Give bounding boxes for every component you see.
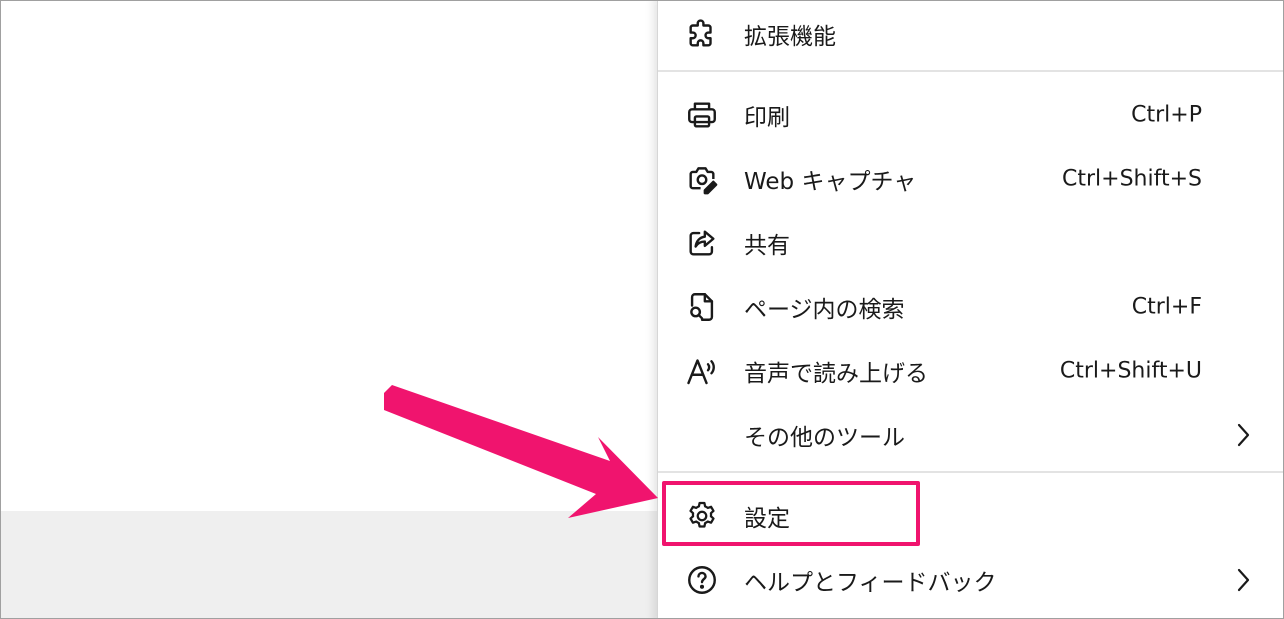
help-icon bbox=[684, 562, 720, 598]
menu-item-print[interactable]: 印刷 Ctrl+P bbox=[658, 88, 1283, 142]
menu-item-label: Web キャプチャ bbox=[744, 169, 917, 195]
settings-highlight-box bbox=[662, 481, 920, 546]
menu-item-shortcut: Ctrl+Shift+S bbox=[1062, 166, 1202, 192]
menu-divider bbox=[658, 70, 1283, 72]
menu-item-shortcut: Ctrl+Shift+U bbox=[1059, 358, 1202, 384]
menu-item-find-on-page[interactable]: ページ内の検索 Ctrl+F bbox=[658, 280, 1283, 334]
read-aloud-icon bbox=[684, 353, 720, 389]
menu-item-more-tools[interactable]: その他のツール bbox=[658, 408, 1283, 462]
menu-item-label: 音声で読み上げる bbox=[744, 361, 928, 387]
chevron-right-icon bbox=[1232, 422, 1254, 448]
menu-divider bbox=[658, 471, 1283, 473]
menu-item-label: 共有 bbox=[744, 233, 790, 259]
menu-item-help-feedback[interactable]: ヘルプとフィードバック bbox=[658, 553, 1283, 607]
menu-item-read-aloud[interactable]: 音声で読み上げる Ctrl+Shift+U bbox=[658, 344, 1283, 398]
menu-item-web-capture[interactable]: Web キャプチャ Ctrl+Shift+S bbox=[658, 152, 1283, 206]
menu-item-label: 印刷 bbox=[744, 105, 790, 131]
menu-item-extensions[interactable]: 拡張機能 bbox=[658, 7, 1283, 61]
chevron-right-icon bbox=[1232, 567, 1254, 593]
menu-item-label: 拡張機能 bbox=[744, 24, 836, 50]
menu-item-label: ページ内の検索 bbox=[744, 297, 905, 323]
camera-icon bbox=[684, 161, 720, 197]
menu-item-shortcut: Ctrl+F bbox=[1131, 294, 1202, 320]
share-icon bbox=[684, 225, 720, 261]
menu-item-share[interactable]: 共有 bbox=[658, 216, 1283, 270]
screenshot-frame: 拡張機能 印刷 Ctrl+P Web キャプチャ Ctrl+Shift+S 共有… bbox=[0, 0, 1284, 619]
page-footer-strip bbox=[1, 511, 659, 618]
find-icon bbox=[684, 289, 720, 325]
printer-icon bbox=[684, 97, 720, 133]
puzzle-icon bbox=[684, 16, 720, 52]
menu-item-label: その他のツール bbox=[744, 425, 905, 451]
menu-item-shortcut: Ctrl+P bbox=[1131, 102, 1202, 128]
menu-item-label: ヘルプとフィードバック bbox=[744, 570, 997, 596]
